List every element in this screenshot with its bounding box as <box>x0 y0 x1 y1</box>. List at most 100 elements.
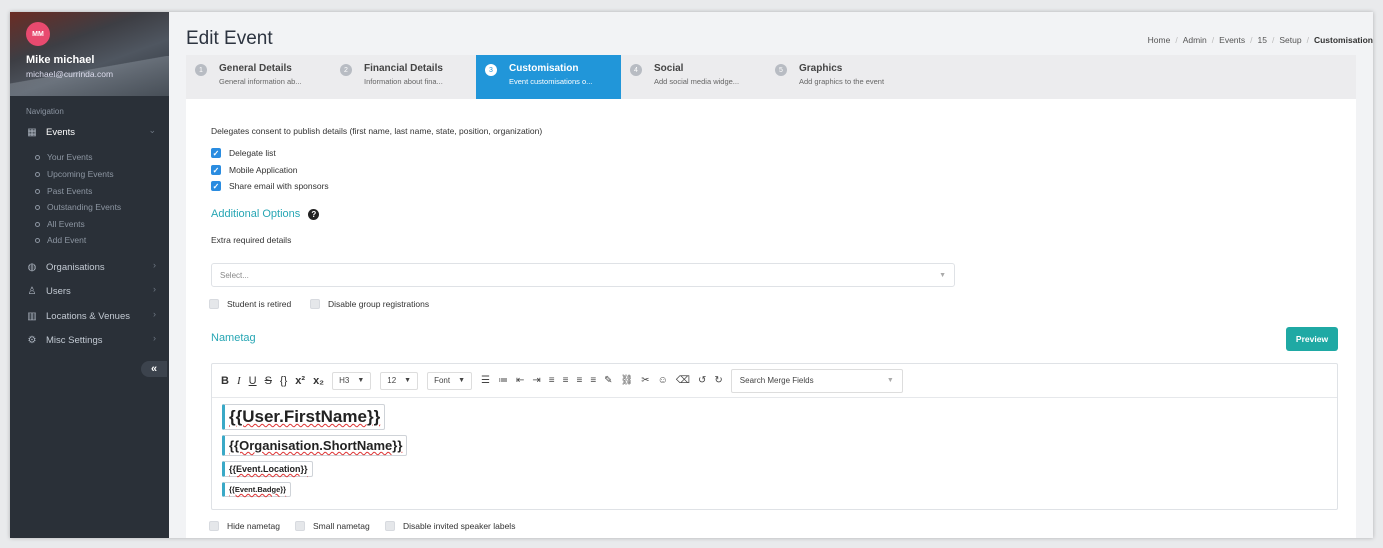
unordered-list-icon[interactable]: ☰ <box>481 375 490 386</box>
strikethrough-icon[interactable]: S <box>265 375 272 387</box>
align-right-icon[interactable]: ≡ <box>576 375 582 386</box>
sub-item-upcoming-events[interactable]: Upcoming Events <box>35 169 114 179</box>
font-family-dropdown[interactable]: Font ▼ <box>427 371 473 390</box>
checkbox-checked-icon[interactable]: ✓ <box>211 165 221 175</box>
chevron-right-icon: › <box>153 284 156 294</box>
heading-dropdown[interactable]: H3 ▼ <box>332 371 372 390</box>
emoji-icon[interactable]: ☺ <box>658 375 668 386</box>
undo-icon[interactable]: ↺ <box>698 375 706 386</box>
user-name: Mike michael <box>26 54 95 66</box>
checkbox-share-email[interactable]: ✓ Share email with sponsors <box>211 181 329 191</box>
checkbox-student-retired[interactable]: Student is retired <box>209 299 291 309</box>
checkbox-disable-speaker-labels[interactable]: Disable invited speaker labels <box>385 521 515 531</box>
step-desc: General information ab... <box>219 77 302 86</box>
indent-icon[interactable]: ⇥ <box>532 375 540 386</box>
underline-icon[interactable]: U <box>249 375 257 387</box>
step-social[interactable]: 4 Social Add social media widge... <box>621 55 766 99</box>
user-email: michael@currinda.com <box>26 69 114 79</box>
step-number: 3 <box>485 64 497 76</box>
align-left-icon[interactable]: ≡ <box>549 375 555 386</box>
chevron-right-icon: › <box>153 260 156 270</box>
bullet-icon <box>35 188 40 194</box>
checkbox-hide-nametag[interactable]: Hide nametag <box>209 521 280 531</box>
gear-icon: ⚙ <box>27 334 37 346</box>
color-picker-icon[interactable]: ✎ <box>604 375 612 386</box>
checkbox-checked-icon[interactable]: ✓ <box>211 148 221 158</box>
link-icon[interactable]: ⛓ <box>621 375 634 386</box>
merge-tag-text: {{Organisation.ShortName}} <box>229 438 403 453</box>
sidebar-item-misc-settings[interactable]: ⚙ Misc Settings › <box>26 332 156 348</box>
editor-content[interactable]: {{User.FirstName}} {{Organisation.ShortN… <box>212 398 1337 502</box>
superscript-icon[interactable]: x² <box>295 375 305 387</box>
step-desc: Information about fina... <box>364 77 443 86</box>
customisation-form: Delegates consent to publish details (fi… <box>186 99 1356 538</box>
step-number: 1 <box>195 64 207 76</box>
preview-button[interactable]: Preview <box>1286 327 1338 351</box>
checkbox-label: Share email with sponsors <box>229 181 329 191</box>
checkbox-unchecked-icon[interactable] <box>209 299 219 309</box>
checkbox-unchecked-icon[interactable] <box>385 521 395 531</box>
breadcrumb-events[interactable]: Events <box>1219 35 1245 45</box>
step-customisation[interactable]: 3 Customisation Event customisations o..… <box>476 55 621 99</box>
checkbox-mobile-application[interactable]: ✓ Mobile Application <box>211 165 298 175</box>
redo-icon[interactable]: ↻ <box>714 375 722 386</box>
nametag-editor: B I U S {} x² x₂ H3 ▼ 12 ▼ Font ▼ ☰ ≔ ⇤ ⇥ ≡… <box>211 363 1338 510</box>
collapse-sidebar-button[interactable]: « <box>141 361 167 377</box>
bullet-icon <box>35 204 40 210</box>
step-graphics[interactable]: 5 Graphics Add graphics to the event <box>766 55 911 99</box>
checkbox-small-nametag[interactable]: Small nametag <box>295 521 370 531</box>
subscript-icon[interactable]: x₂ <box>313 375 324 387</box>
merge-tag-event-badge[interactable]: {{Event.Badge}} <box>222 482 292 497</box>
outdent-icon[interactable]: ⇤ <box>516 375 524 386</box>
align-center-icon[interactable]: ≡ <box>563 375 569 386</box>
sub-item-your-events[interactable]: Your Events <box>35 152 93 162</box>
bold-icon[interactable]: B <box>221 375 229 387</box>
code-icon[interactable]: {} <box>280 375 287 387</box>
breadcrumb-current: Customisation <box>1313 35 1373 45</box>
sidebar-item-users[interactable]: ♙ Users › <box>26 283 156 299</box>
sidebar-item-label: Organisations <box>46 261 105 273</box>
breadcrumb-setup[interactable]: Setup <box>1279 35 1301 45</box>
sidebar-item-events[interactable]: ▦ Events ⌄ <box>26 124 156 140</box>
sidebar-item-label: Users <box>46 285 71 297</box>
bullet-icon <box>35 154 40 160</box>
merge-tag-first-name[interactable]: {{User.FirstName}} <box>222 404 386 430</box>
checkbox-label: Small nametag <box>313 521 370 531</box>
sidebar-item-organisations[interactable]: ◍ Organisations › <box>26 259 156 275</box>
ordered-list-icon[interactable]: ≔ <box>498 375 508 386</box>
sub-item-add-event[interactable]: Add Event <box>35 235 86 245</box>
avatar[interactable]: MM <box>26 22 50 46</box>
checkbox-delegate-list[interactable]: ✓ Delegate list <box>211 148 276 158</box>
checkbox-unchecked-icon[interactable] <box>295 521 305 531</box>
sub-item-all-events[interactable]: All Events <box>35 219 85 229</box>
extra-details-select[interactable]: Select... ▼ <box>211 263 955 287</box>
italic-icon[interactable]: I <box>237 375 241 387</box>
checkbox-unchecked-icon[interactable] <box>310 299 320 309</box>
sidebar-item-locations[interactable]: ▥ Locations & Venues › <box>26 308 156 324</box>
sub-item-past-events[interactable]: Past Events <box>35 186 92 196</box>
breadcrumb-admin[interactable]: Admin <box>1183 35 1207 45</box>
checkbox-label: Student is retired <box>227 299 292 309</box>
dropdown-value: H3 <box>339 376 350 385</box>
align-justify-icon[interactable]: ≡ <box>590 375 596 386</box>
merge-tag-event-location[interactable]: {{Event.Location}} <box>222 461 313 477</box>
user-icon: ♙ <box>27 285 37 297</box>
checkbox-checked-icon[interactable]: ✓ <box>211 181 221 191</box>
unlink-icon[interactable]: ✂ <box>641 375 649 386</box>
sub-item-label: All Events <box>47 219 85 229</box>
section-title-text: Additional Options <box>211 208 301 220</box>
font-size-dropdown[interactable]: 12 ▼ <box>380 371 419 390</box>
eraser-icon[interactable]: ⌫ <box>676 375 690 386</box>
breadcrumb-event-id[interactable]: 15 <box>1258 35 1267 45</box>
checkbox-unchecked-icon[interactable] <box>209 521 219 531</box>
sub-item-outstanding-events[interactable]: Outstanding Events <box>35 202 121 212</box>
merge-tag-text: {{User.FirstName}} <box>229 407 381 426</box>
checkbox-disable-group-registrations[interactable]: Disable group registrations <box>310 299 429 309</box>
help-icon[interactable]: ? <box>308 208 320 220</box>
breadcrumb-home[interactable]: Home <box>1148 35 1171 45</box>
merge-tag-org-short-name[interactable]: {{Organisation.ShortName}} <box>222 435 408 456</box>
merge-fields-search[interactable]: Search Merge Fields ▼ <box>730 368 903 393</box>
step-general-details[interactable]: 1 General Details General information ab… <box>186 55 331 99</box>
step-desc: Event customisations o... <box>509 77 593 86</box>
step-financial-details[interactable]: 2 Financial Details Information about fi… <box>331 55 476 99</box>
